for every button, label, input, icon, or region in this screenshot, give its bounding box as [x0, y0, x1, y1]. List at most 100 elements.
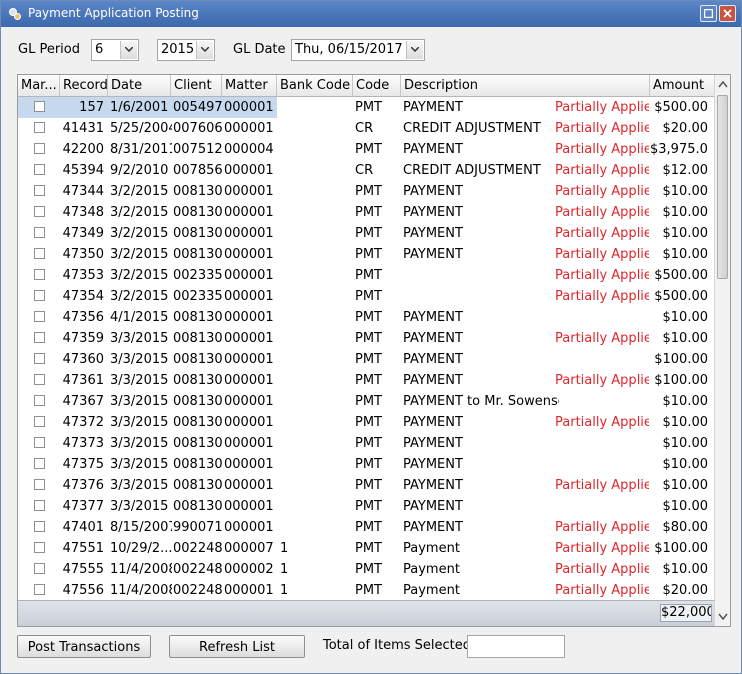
- gl-period-dropdown-button[interactable]: [120, 41, 137, 59]
- column-header-matter[interactable]: Matter: [222, 75, 277, 96]
- column-header-code[interactable]: Code: [353, 75, 401, 96]
- row-checkbox[interactable]: [34, 269, 45, 280]
- row-checkbox[interactable]: [34, 458, 45, 469]
- row-checkbox[interactable]: [34, 563, 45, 574]
- gl-date-picker[interactable]: Thu, 06/15/2017: [291, 39, 425, 61]
- cell-amount: $10.00: [662, 310, 709, 325]
- cell-client: 008130: [173, 436, 223, 451]
- column-header-record[interactable]: Record: [60, 75, 108, 96]
- refresh-list-button[interactable]: Refresh List: [169, 635, 305, 658]
- column-header-date[interactable]: Date: [108, 75, 171, 96]
- row-checkbox[interactable]: [34, 521, 45, 532]
- cell-description: PAYMENT: [403, 310, 463, 325]
- table-row[interactable]: 47344 3/2/2015 008130 000001 PMT PAYMENT Parti…: [18, 181, 714, 202]
- row-checkbox[interactable]: [34, 437, 45, 448]
- table-row[interactable]: 45394 9/2/2010 007856 000001 CR CREDIT ADJUST…: [18, 160, 714, 181]
- year-select[interactable]: 2015: [157, 39, 215, 61]
- cell-client: 008130: [173, 310, 223, 325]
- row-checkbox[interactable]: [34, 584, 45, 595]
- cell-bank-code: [280, 475, 350, 496]
- table-row[interactable]: 47377 3/3/2015 008130 000001 PMT PAYMENT $10.0…: [18, 496, 714, 517]
- table-row[interactable]: 47356 4/1/2015 008130 000001 PMT PAYMENT $10.0…: [18, 307, 714, 328]
- table-row[interactable]: 47376 3/3/2015 008130 000001 PMT PAYMENT Parti…: [18, 475, 714, 496]
- table-row[interactable]: 157 1/6/2001 005497 000001 PMT PAYMENT Partial…: [18, 97, 714, 118]
- table-row[interactable]: 47361 3/3/2015 008130 000001 PMT PAYMENT Parti…: [18, 370, 714, 391]
- cell-client: 008130: [173, 394, 223, 409]
- table-row[interactable]: 47401 8/15/2007 990071 000001 PMT PAYMENT Part…: [18, 517, 714, 538]
- table-row[interactable]: 47372 3/3/2015 008130 000001 PMT PAYMENT Parti…: [18, 412, 714, 433]
- scroll-up-button[interactable]: [715, 76, 730, 93]
- cell-matter: 000002: [224, 562, 274, 577]
- column-header-description[interactable]: Description: [401, 75, 650, 96]
- year-dropdown-button[interactable]: [196, 41, 213, 59]
- table-row[interactable]: 47354 3/2/2015 002335 000001 PMT Partially Ap…: [18, 286, 714, 307]
- row-checkbox[interactable]: [34, 290, 45, 301]
- scroll-thumb[interactable]: [717, 95, 728, 279]
- table-row[interactable]: 47373 3/3/2015 008130 000001 PMT PAYMENT $10.0…: [18, 433, 714, 454]
- table-row[interactable]: 47551 10/29/2... 002248 000007 1 PMT Payment Pa…: [18, 538, 714, 559]
- table-row[interactable]: 41431 5/25/2004 007606 000001 CR CREDIT ADJUS…: [18, 118, 714, 139]
- row-checkbox[interactable]: [34, 101, 45, 112]
- cell-code: PMT: [355, 352, 382, 367]
- column-header-marked[interactable]: Mar...: [18, 75, 60, 96]
- row-checkbox[interactable]: [34, 185, 45, 196]
- table-row[interactable]: 47367 3/3/2015 008130 000001 PMT PAYMENT to M…: [18, 391, 714, 412]
- row-checkbox[interactable]: [34, 416, 45, 427]
- cell-matter: 000001: [224, 499, 274, 514]
- scroll-down-button[interactable]: [715, 608, 730, 625]
- row-checkbox[interactable]: [34, 395, 45, 406]
- cell-amount: $10.00: [662, 457, 709, 472]
- gl-date-dropdown-button[interactable]: [406, 41, 423, 59]
- cell-description: PAYMENT: [403, 184, 463, 199]
- row-checkbox[interactable]: [34, 332, 45, 343]
- cell-status: [555, 454, 649, 475]
- row-checkbox[interactable]: [34, 353, 45, 364]
- cell-matter: 000001: [224, 520, 274, 535]
- row-checkbox[interactable]: [34, 227, 45, 238]
- column-header-amount[interactable]: Amount: [650, 75, 714, 96]
- gl-period-select[interactable]: 6: [91, 39, 139, 61]
- row-checkbox[interactable]: [34, 374, 45, 385]
- table-row[interactable]: 47353 3/2/2015 002335 000001 PMT Partially Ap…: [18, 265, 714, 286]
- cell-amount: $12.00: [662, 163, 709, 178]
- column-header-client[interactable]: Client: [171, 75, 222, 96]
- table-row[interactable]: 47348 3/2/2015 008130 000001 PMT PAYMENT Parti…: [18, 202, 714, 223]
- column-header-bank-code[interactable]: Bank Code: [277, 75, 353, 96]
- cell-matter: 000001: [224, 373, 274, 388]
- cell-bank-code: [280, 118, 350, 139]
- table-row[interactable]: 47349 3/2/2015 008130 000001 PMT PAYMENT Parti…: [18, 223, 714, 244]
- table-row[interactable]: 47375 3/3/2015 008130 000001 PMT PAYMENT $10.0…: [18, 454, 714, 475]
- maximize-button[interactable]: [700, 5, 717, 22]
- table-row[interactable]: 47555 11/4/2008 002248 000002 1 PMT Payment Par…: [18, 559, 714, 580]
- vertical-scrollbar[interactable]: [714, 75, 730, 626]
- row-checkbox[interactable]: [34, 311, 45, 322]
- cell-client: 007856: [173, 163, 223, 178]
- close-button[interactable]: [719, 5, 736, 22]
- transactions-grid[interactable]: Mar... Record Date Client Matter Bank Co…: [17, 74, 731, 627]
- table-row[interactable]: 47360 3/3/2015 008130 000001 PMT PAYMENT $100.…: [18, 349, 714, 370]
- row-checkbox[interactable]: [34, 164, 45, 175]
- row-checkbox[interactable]: [34, 248, 45, 259]
- cell-status: Partially Applied: [555, 142, 649, 157]
- row-checkbox[interactable]: [34, 500, 45, 511]
- row-checkbox[interactable]: [34, 122, 45, 133]
- gl-date-label: GL Date: [233, 42, 286, 57]
- post-transactions-button[interactable]: Post Transactions: [17, 635, 151, 658]
- table-row[interactable]: 47556 11/4/2008 002248 000001 1 PMT Payment Par…: [18, 580, 714, 601]
- cell-record: 47555: [62, 562, 104, 577]
- row-checkbox[interactable]: [34, 479, 45, 490]
- row-checkbox[interactable]: [34, 542, 45, 553]
- cell-date: 1/6/2001: [110, 100, 169, 115]
- table-row[interactable]: 47359 3/3/2015 008130 000001 PMT PAYMENT Parti…: [18, 328, 714, 349]
- title-bar[interactable]: Payment Application Posting: [1, 1, 741, 27]
- table-row[interactable]: 42200 8/31/2011 007512 000004 PMT PAYMENT Part…: [18, 139, 714, 160]
- cell-code: PMT: [355, 499, 382, 514]
- table-row[interactable]: 47350 3/2/2015 008130 000001 PMT PAYMENT Parti…: [18, 244, 714, 265]
- cell-client: 008130: [173, 226, 223, 241]
- row-checkbox[interactable]: [34, 143, 45, 154]
- cell-date: 3/2/2015: [110, 226, 169, 241]
- grid-header: Mar... Record Date Client Matter Bank Co…: [18, 75, 714, 97]
- cell-status: Partially Applied: [555, 205, 649, 220]
- cell-amount: $10.00: [662, 436, 709, 451]
- row-checkbox[interactable]: [34, 206, 45, 217]
